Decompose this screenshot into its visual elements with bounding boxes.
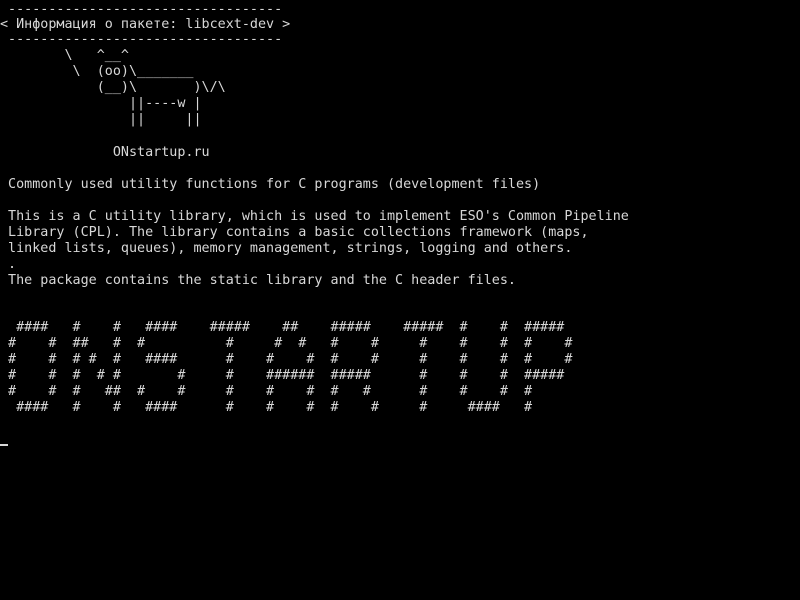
description-line: Library (CPL). The library contains a ba… [0,225,589,240]
package-summary: Commonly used utility functions for C pr… [0,177,541,192]
banner-line: #### # # #### ##### ## ##### ##### # # #… [0,320,565,335]
cow-art-line: || || [0,112,202,127]
banner-line: # # # # # # # ###### ##### # # # ##### [0,368,565,383]
description-line: This is a C utility library, which is us… [0,209,629,224]
description-line: linked lists, queues), memory management… [0,241,573,256]
description-line: The package contains the static library … [0,273,516,288]
speech-bubble-top-border: ---------------------------------- [0,2,283,17]
banner-line: #### # # #### # # # # # # #### # [0,400,533,415]
cow-art-line: \ ^__^ [0,48,129,63]
speech-bubble-bottom-border: ---------------------------------- [0,32,283,47]
text-cursor[interactable] [0,444,8,446]
site-name: ONstartup.ru [0,145,210,160]
description-line: . [0,257,17,272]
cow-art-line: \ (oo)\_______ [0,64,194,79]
banner-line: # # # ## # # # # # # # # # # # [0,384,533,399]
banner-line: # # # # # #### # # # # # # # # # # [0,352,573,367]
cow-art-line: ||----w | [0,96,202,111]
terminal-screen: ---------------------------------- < Инф… [0,0,800,600]
banner-line: # # ## # # # # # # # # # # # # [0,336,573,351]
package-info-title: < Информация о пакете: libcext-dev > [0,17,291,32]
cow-art-line: (__)\ )\/\ [0,80,226,95]
